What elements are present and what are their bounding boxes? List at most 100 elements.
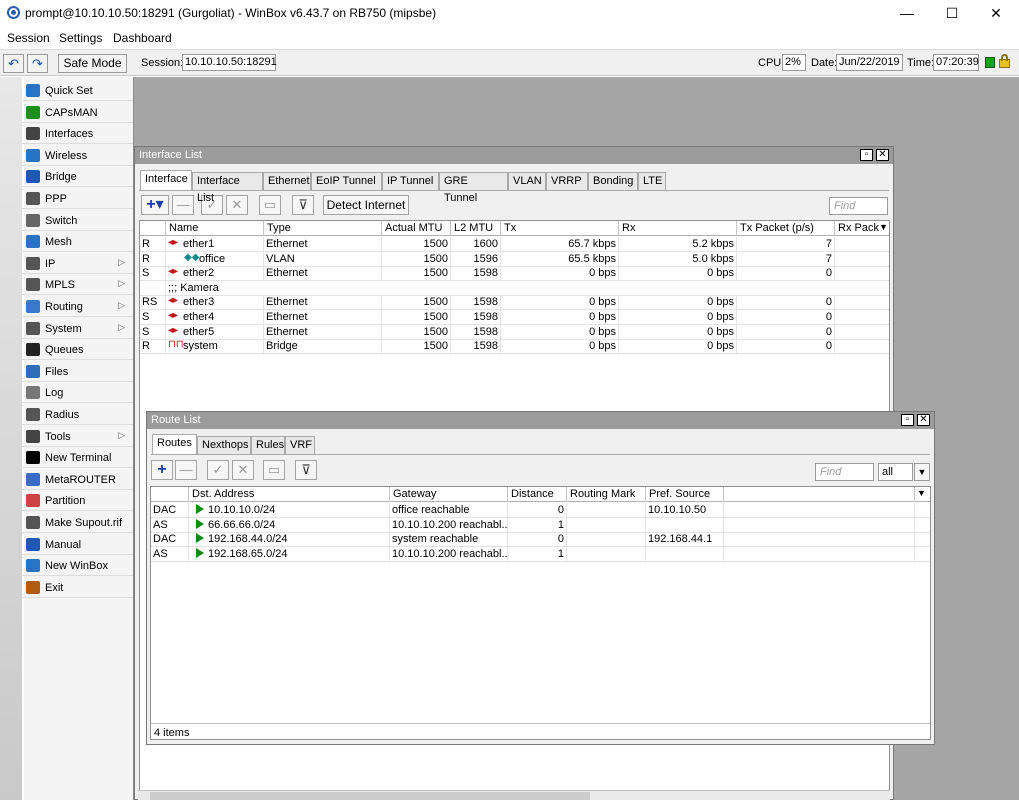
add-route-button[interactable]: + xyxy=(151,460,173,480)
table-row[interactable]: DAC 10.10.10.0/24 office reachable 0 10.10.1… xyxy=(151,503,930,518)
sidebar-item-exit[interactable]: Exit xyxy=(22,577,133,598)
route-filter-select[interactable]: all xyxy=(878,463,913,481)
sidebar-item-make-supout-rif[interactable]: Make Supout.rif xyxy=(22,512,133,533)
column-header[interactable] xyxy=(140,221,166,236)
column-header[interactable]: Actual MTU xyxy=(382,221,451,236)
tab-vrf[interactable]: VRF xyxy=(285,436,315,454)
tab-routes[interactable]: Routes xyxy=(152,434,197,454)
add-button[interactable]: +▾ xyxy=(141,195,169,215)
tab-ethernet[interactable]: Ethernet xyxy=(263,172,311,190)
interface-horizontal-scrollbar[interactable] xyxy=(138,790,890,800)
menu-settings[interactable]: Settings xyxy=(59,31,102,45)
comment-route-button[interactable]: ▭ xyxy=(263,460,285,480)
tab-vrrp[interactable]: VRRP xyxy=(546,172,588,190)
sidebar-item-ppp[interactable]: PPP xyxy=(22,188,133,209)
interface-list-close-button[interactable]: ✕ xyxy=(876,149,889,161)
tab-ip-tunnel[interactable]: IP Tunnel xyxy=(382,172,439,190)
column-header[interactable]: Pref. Source xyxy=(646,487,724,502)
enable-route-button[interactable]: ✓ xyxy=(207,460,229,480)
tab-nexthops[interactable]: Nexthops xyxy=(197,436,251,454)
tab-rules[interactable]: Rules xyxy=(251,436,285,454)
table-row[interactable]: S ◂▸ ether2 Ethernet 1500 1598 0 bps 0 bps 0 xyxy=(140,266,889,282)
remove-route-button[interactable]: — xyxy=(175,460,197,480)
chevron-down-icon[interactable]: ▼ xyxy=(914,463,930,481)
column-header[interactable] xyxy=(151,487,189,502)
session-field[interactable]: 10.10.10.50:18291 xyxy=(182,54,277,71)
tab-eoip-tunnel[interactable]: EoIP Tunnel xyxy=(311,172,382,190)
menu-session[interactable]: Session xyxy=(7,31,50,45)
scrollbar-thumb[interactable] xyxy=(150,792,590,800)
route-find-field[interactable]: Find xyxy=(815,463,874,481)
menu-dashboard[interactable]: Dashboard xyxy=(113,31,172,45)
sidebar-item-capsman[interactable]: CAPsMAN xyxy=(22,102,133,123)
tab-bonding[interactable]: Bonding xyxy=(588,172,638,190)
sidebar-item-ip[interactable]: IP ▷ xyxy=(22,253,133,274)
disable-route-button[interactable]: ✕ xyxy=(232,460,254,480)
column-header[interactable]: Distance xyxy=(508,487,567,502)
interface-find-field[interactable]: Find xyxy=(829,197,888,215)
sidebar-item-new-terminal[interactable]: New Terminal xyxy=(22,447,133,469)
filter-button[interactable]: ⊽ xyxy=(292,195,314,215)
sidebar-item-radius[interactable]: Radius xyxy=(22,404,133,425)
sidebar-item-new-winbox[interactable]: New WinBox xyxy=(22,555,133,577)
sidebar-item-bridge[interactable]: Bridge xyxy=(22,166,133,188)
sidebar-item-routing[interactable]: Routing ▷ xyxy=(22,296,133,317)
column-header[interactable]: Routing Mark xyxy=(567,487,646,502)
column-header[interactable]: Tx Packet (p/s) xyxy=(737,221,835,236)
sidebar-item-quick-set[interactable]: Quick Set xyxy=(22,80,133,101)
tab-gre-tunnel[interactable]: GRE Tunnel xyxy=(439,172,508,204)
sidebar-item-switch[interactable]: Switch xyxy=(22,210,133,231)
column-header[interactable]: Dst. Address xyxy=(189,487,390,502)
undo-button[interactable]: ↶ xyxy=(3,54,24,73)
interface-list-title[interactable]: Interface List xyxy=(135,147,893,164)
close-button[interactable]: ✕ xyxy=(973,2,1019,24)
sidebar-item-wireless[interactable]: Wireless xyxy=(22,145,133,166)
sidebar-item-log[interactable]: Log xyxy=(22,382,133,404)
sidebar-item-partition[interactable]: Partition xyxy=(22,490,133,512)
safe-mode-button[interactable]: Safe Mode xyxy=(58,54,127,73)
comment-button[interactable]: ▭ xyxy=(259,195,281,215)
tab-vlan[interactable]: VLAN xyxy=(508,172,546,190)
table-row[interactable]: AS 192.168.65.0/24 10.10.10.200 reachabl..… xyxy=(151,546,930,562)
sidebar-item-mesh[interactable]: Mesh xyxy=(22,231,133,253)
table-row[interactable]: DAC 192.168.44.0/24 system reachable 0 192.1… xyxy=(151,532,930,548)
route-list-maximize-button[interactable]: ▫ xyxy=(901,414,914,426)
table-row[interactable]: RS ◂▸ ether3 Ethernet 1500 1598 0 bps 0 bps 0 xyxy=(140,295,889,311)
table-row[interactable]: ;;; Kamera xyxy=(140,280,889,296)
table-row[interactable]: S ◂▸ ether5 Ethernet 1500 1598 0 bps 0 bps 0 xyxy=(140,324,889,340)
tab-lte[interactable]: LTE xyxy=(638,172,666,190)
sidebar-item-queues[interactable]: Queues xyxy=(22,339,133,361)
filter-route-button[interactable]: ⊽ xyxy=(295,460,317,480)
table-row[interactable]: R ⊓⊓ system Bridge 1500 1598 0 bps 0 bps 0 xyxy=(140,339,889,355)
column-header[interactable]: Name xyxy=(166,221,264,236)
column-header[interactable]: L2 MTU xyxy=(451,221,501,236)
column-menu-icon[interactable]: ▼ xyxy=(917,488,926,498)
sidebar-item-tools[interactable]: Tools ▷ xyxy=(22,426,133,447)
sidebar-item-interfaces[interactable]: Interfaces xyxy=(22,123,133,145)
column-header[interactable]: Rx xyxy=(619,221,737,236)
redo-button[interactable]: ↷ xyxy=(27,54,48,73)
route-list-close-button[interactable]: ✕ xyxy=(917,414,930,426)
sidebar-item-files[interactable]: Files xyxy=(22,361,133,382)
column-menu-icon[interactable]: ▼ xyxy=(879,222,888,232)
sidebar-item-system[interactable]: System ▷ xyxy=(22,318,133,339)
detect-internet-button[interactable]: Detect Internet xyxy=(323,195,409,215)
column-header[interactable]: Type xyxy=(264,221,382,236)
window-title-bar[interactable]: prompt@10.10.10.50:18291 (Gurgoliat) - W… xyxy=(0,0,1019,28)
maximize-button[interactable]: ☐ xyxy=(929,2,975,24)
tab-interface[interactable]: Interface xyxy=(140,170,192,190)
table-row[interactable]: S ◂▸ ether4 Ethernet 1500 1598 0 bps 0 bps 0 xyxy=(140,310,889,325)
table-row[interactable]: R ◂▸ ether1 Ethernet 1500 1600 65.7 kbps 5.2 kb… xyxy=(140,237,889,252)
sidebar-item-mpls[interactable]: MPLS ▷ xyxy=(22,274,133,296)
column-header[interactable]: Tx xyxy=(501,221,619,236)
column-header[interactable]: Gateway xyxy=(390,487,508,502)
minimize-button[interactable]: — xyxy=(884,2,930,24)
remove-button[interactable]: — xyxy=(172,195,194,215)
tab-interface-list[interactable]: Interface List xyxy=(192,172,263,204)
route-list-title[interactable]: Route List xyxy=(147,412,934,429)
sidebar-item-metarouter[interactable]: MetaROUTER xyxy=(22,469,133,490)
table-row[interactable]: AS 66.66.66.0/24 10.10.10.200 reachabl... 1 xyxy=(151,517,930,533)
table-row[interactable]: R ◆◆ office VLAN 1500 1596 65.5 kbps 5.0 kbps 7 xyxy=(140,251,889,267)
interface-list-maximize-button[interactable]: ▫ xyxy=(860,149,873,161)
disable-button[interactable]: ✕ xyxy=(226,195,248,215)
